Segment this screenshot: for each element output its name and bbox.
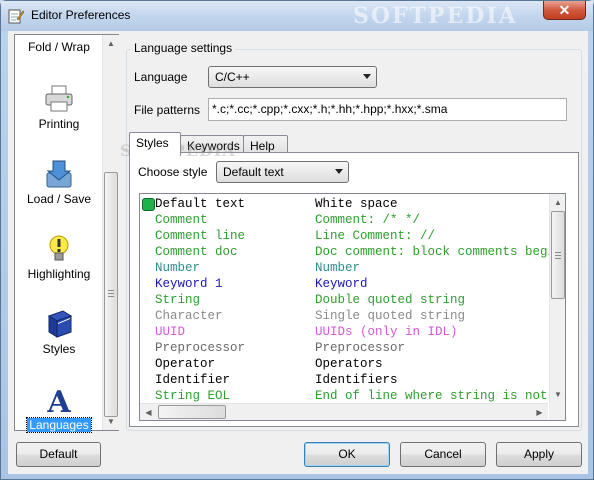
cancel-button[interactable]: Cancel xyxy=(400,442,486,467)
category-printing[interactable]: Printing xyxy=(15,83,103,131)
scroll-right-arrow-icon[interactable]: ▶ xyxy=(531,404,548,420)
tab-styles[interactable]: Styles xyxy=(129,132,181,156)
category-label: Languages xyxy=(26,417,92,433)
category-load-save[interactable]: Load / Save xyxy=(15,158,103,206)
title-bar[interactable]: Editor Preferences SOFTPEDIA ✕ xyxy=(1,1,593,31)
scroll-up-arrow-icon[interactable]: ▲ xyxy=(103,35,119,52)
style-description: White space xyxy=(315,197,398,211)
tab-label: Styles xyxy=(136,136,169,150)
style-description: Line Comment: // xyxy=(315,229,436,243)
printer-icon xyxy=(45,85,73,112)
style-name: Comment line xyxy=(155,229,246,243)
category-label: Highlighting xyxy=(27,267,91,281)
style-name: Comment xyxy=(155,213,208,227)
style-description: Single quoted string xyxy=(315,309,466,323)
style-name: Preprocessor xyxy=(155,341,246,355)
file-patterns-label: File patterns xyxy=(134,103,201,117)
chevron-down-icon xyxy=(363,74,371,79)
scroll-left-arrow-icon[interactable]: ◀ xyxy=(140,404,157,420)
category-styles[interactable]: Styles xyxy=(15,308,103,356)
scroll-thumb[interactable] xyxy=(104,172,118,417)
notepad-pencil-icon xyxy=(8,9,24,24)
window-title: Editor Preferences xyxy=(31,8,131,22)
style-name: Character xyxy=(155,309,223,323)
style-description: Preprocessor xyxy=(315,341,406,355)
language-value: C/C++ xyxy=(215,70,250,84)
close-icon: ✕ xyxy=(558,2,571,18)
style-list[interactable]: Default text White space Comment Comment: /… xyxy=(139,193,566,421)
ok-button[interactable]: OK xyxy=(304,442,390,467)
category-label: Fold / Wrap xyxy=(28,40,90,54)
style-name: UUID xyxy=(155,325,186,339)
style-description: Double quoted string xyxy=(315,293,466,307)
style-name: String EOL xyxy=(155,389,231,403)
category-highlighting[interactable]: Highlighting xyxy=(15,233,103,281)
scroll-thumb[interactable] xyxy=(158,405,226,419)
style-name: Comment doc xyxy=(155,245,238,259)
svg-text:A: A xyxy=(46,385,71,416)
title-watermark: SOFTPEDIA xyxy=(353,3,518,29)
style-description: Keyword xyxy=(315,277,368,291)
style-description: Identifiers xyxy=(315,373,398,387)
style-description: Number xyxy=(315,261,361,275)
editor-preferences-window: Editor Preferences SOFTPEDIA ✕ Fold / Wr… xyxy=(0,0,594,480)
book-icon xyxy=(47,310,73,338)
tab-label: Help xyxy=(250,139,275,153)
choose-style-label: Choose style xyxy=(138,165,208,179)
choose-style-value: Default text xyxy=(223,165,284,179)
category-languages[interactable]: A Languages xyxy=(15,384,103,433)
style-description: Operators xyxy=(315,357,383,371)
style-description: Doc comment: block comments beginning wi… xyxy=(315,245,565,259)
default-button[interactable]: Default xyxy=(16,442,101,467)
category-scrollbar[interactable]: ▲ ▼ xyxy=(102,35,119,430)
load-save-icon xyxy=(46,160,72,188)
styles-tab-page: SOFTPEDIA Choose style Default text Defa… xyxy=(120,141,579,427)
style-description: Comment: /* */ xyxy=(315,213,421,227)
language-label: Language xyxy=(134,70,188,84)
style-name: String xyxy=(155,293,201,307)
scroll-thumb[interactable] xyxy=(551,211,565,299)
close-button[interactable]: ✕ xyxy=(543,1,586,20)
category-label: Printing xyxy=(38,117,80,131)
style-list-vscrollbar[interactable]: ▲ ▼ xyxy=(549,194,565,403)
style-list-hscrollbar[interactable]: ◀ ▶ xyxy=(140,403,548,420)
selected-style-marker-icon xyxy=(142,198,155,211)
style-description: End of line where string is not closed xyxy=(315,389,565,403)
apply-button[interactable]: Apply xyxy=(496,442,582,467)
group-title: Language settings xyxy=(131,41,236,55)
scroll-corner xyxy=(549,403,565,420)
style-name: Keyword 1 xyxy=(155,277,223,291)
scroll-up-arrow-icon[interactable]: ▲ xyxy=(550,194,565,211)
language-select[interactable]: C/C++ xyxy=(208,66,377,88)
chevron-down-icon xyxy=(335,169,343,174)
style-name: Identifier xyxy=(155,373,231,387)
file-patterns-value: *.c;*.cc;*.cpp;*.cxx;*.h;*.hh;*.hpp;*.hx… xyxy=(212,102,448,116)
category-label: Load / Save xyxy=(26,192,92,206)
style-name: Default text xyxy=(155,197,246,211)
style-name: Number xyxy=(155,261,201,275)
choose-style-select[interactable]: Default text xyxy=(216,161,349,183)
category-list[interactable]: Fold / Wrap Printing Load / Save Highlig… xyxy=(14,34,119,433)
scroll-down-arrow-icon[interactable]: ▼ xyxy=(103,413,119,430)
letter-a-icon: A xyxy=(46,385,71,416)
category-label: Styles xyxy=(42,342,76,356)
style-description: UUIDs (only in IDL) xyxy=(315,325,458,339)
scroll-down-arrow-icon[interactable]: ▼ xyxy=(550,386,565,403)
file-patterns-input[interactable]: *.c;*.cc;*.cpp;*.cxx;*.h;*.hh;*.hpp;*.hx… xyxy=(208,98,567,121)
category-fold-wrap[interactable]: Fold / Wrap xyxy=(15,40,103,54)
bulb-icon xyxy=(49,235,69,261)
dialog-client-area: Fold / Wrap Printing Load / Save Highlig… xyxy=(8,31,588,474)
style-name: Operator xyxy=(155,357,216,371)
